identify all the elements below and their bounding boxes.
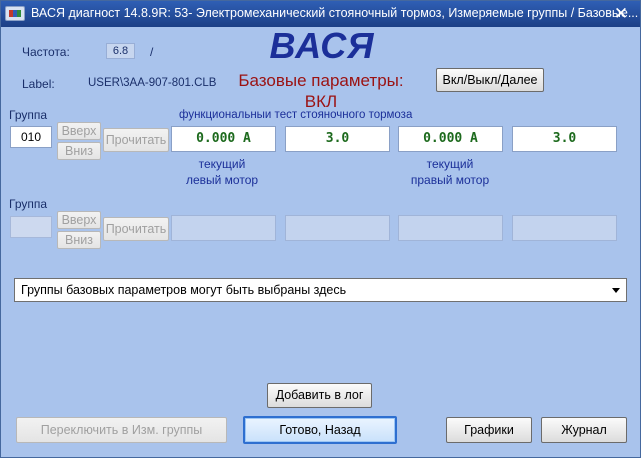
frequency-label: Частота: — [22, 45, 70, 59]
label-file: USER\3AA-907-801.CLB — [88, 77, 217, 89]
brand-logo: ВАСЯ — [269, 25, 375, 66]
group1-value-4: 3.0 — [512, 126, 617, 152]
chevron-down-icon[interactable] — [612, 288, 620, 293]
frequency-value: 6.8 — [106, 43, 135, 59]
app-icon — [5, 6, 25, 21]
toggle-next-button[interactable]: Вкл/Выкл/Далее — [436, 68, 544, 92]
add-to-log-button[interactable]: Добавить в лог — [267, 383, 372, 408]
value1-caption-line2: левый мотор — [185, 173, 259, 187]
group1-number-input[interactable]: 010 — [10, 126, 52, 148]
group2-number-input[interactable] — [10, 216, 52, 238]
graphs-button[interactable]: Графики — [446, 417, 532, 443]
group2-value-2 — [285, 215, 390, 241]
basic-groups-dropdown[interactable]: Группы базовых параметров могут быть выб… — [14, 278, 627, 302]
value3-caption-line2: правый мотор — [410, 173, 490, 187]
group2-value-3 — [398, 215, 503, 241]
dropdown-selected-text: Группы базовых параметров могут быть выб… — [21, 283, 347, 297]
group1-read-button[interactable]: Прочитать — [103, 128, 169, 152]
group2-label: Группа — [9, 197, 48, 211]
window-title: ВАСЯ диагност 14.8.9R: 53- Электромехани… — [31, 6, 639, 20]
group2-read-button[interactable]: Прочитать — [103, 217, 169, 241]
close-icon[interactable]: ✕ — [608, 4, 634, 24]
main-window: ВАСЯ диагност 14.8.9R: 53- Электромехани… — [0, 0, 641, 458]
group2-value-1 — [171, 215, 276, 241]
mode-title: Базовые параметры: — [238, 71, 404, 90]
group1-label: Группа — [9, 108, 48, 122]
group1-value-1: 0.000 A — [171, 126, 276, 152]
done-back-button[interactable]: Готово, Назад — [243, 416, 397, 444]
label-key: Label: — [22, 77, 55, 91]
group1-down-button[interactable]: Вниз — [57, 142, 101, 160]
value1-caption-line1: текущий — [198, 157, 246, 171]
group1-value-3: 0.000 A — [398, 126, 503, 152]
group2-up-button[interactable]: Вверх — [57, 211, 101, 229]
group1-description: функциональныи тест стояночного тормоза — [179, 109, 413, 121]
frequency-slash: / — [150, 45, 154, 59]
group1-value-2: 3.0 — [285, 126, 390, 152]
journal-button[interactable]: Журнал — [541, 417, 627, 443]
switch-to-measured-groups-button[interactable]: Переключить в Изм. группы — [16, 417, 227, 443]
group2-down-button[interactable]: Вниз — [57, 231, 101, 249]
title-bar: ВАСЯ диагност 14.8.9R: 53- Электромехани… — [1, 1, 640, 27]
value3-caption-line1: текущий — [426, 157, 474, 171]
group1-up-button[interactable]: Вверх — [57, 122, 101, 140]
group2-value-4 — [512, 215, 617, 241]
